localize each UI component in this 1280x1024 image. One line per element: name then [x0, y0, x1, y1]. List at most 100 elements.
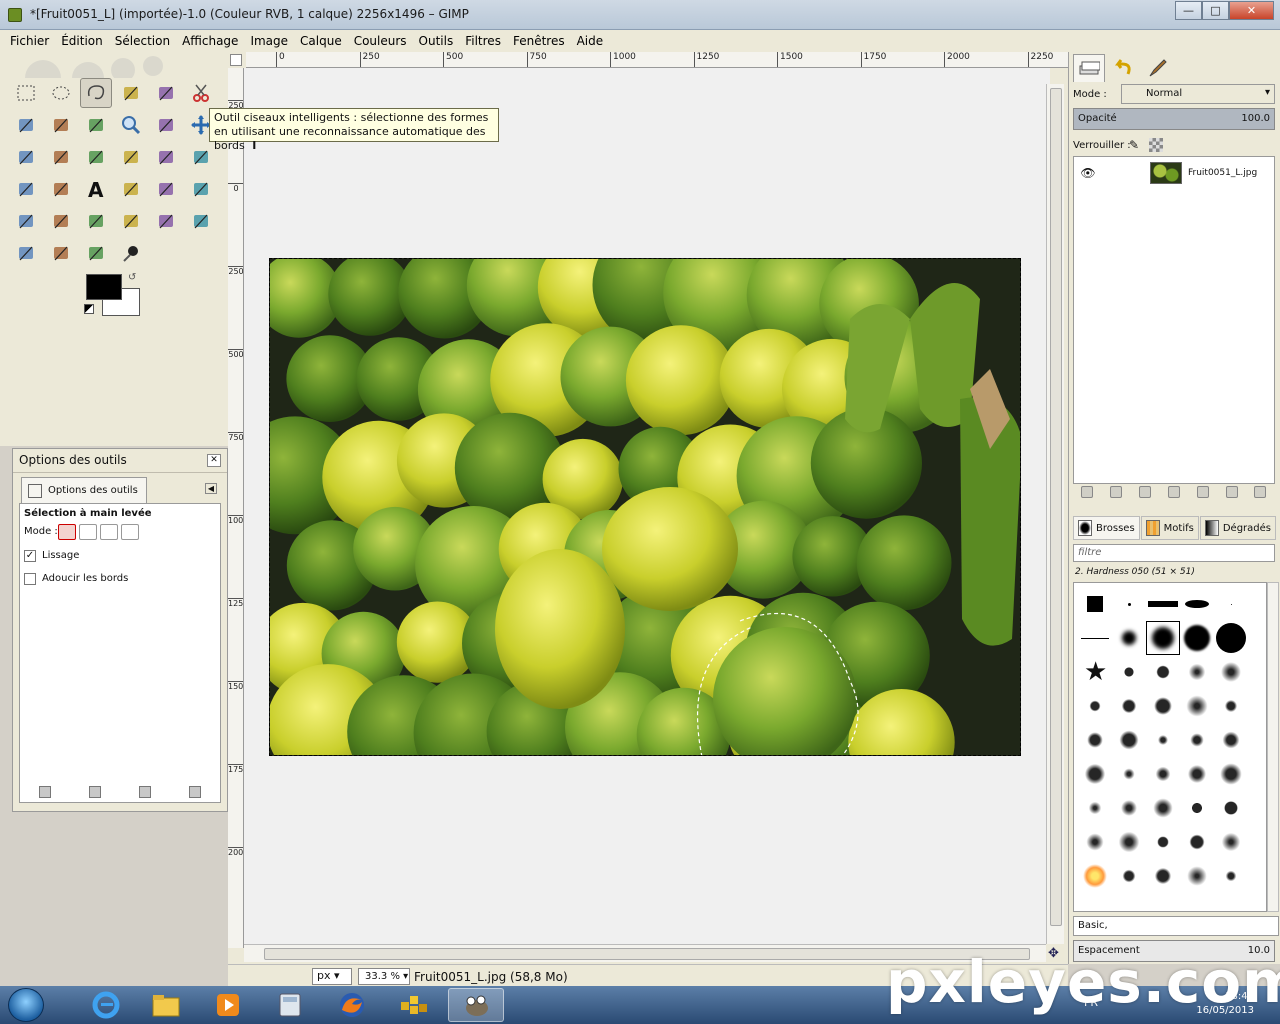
menu-filtres[interactable]: Filtres	[465, 34, 501, 48]
brush-item[interactable]: ★	[1078, 655, 1112, 689]
brush-item[interactable]	[1146, 859, 1180, 893]
brush-scrollbar[interactable]	[1267, 582, 1279, 912]
brush-filter-input[interactable]: filtre	[1073, 544, 1275, 562]
tool-clone-button[interactable]	[150, 206, 182, 236]
brush-item[interactable]	[1146, 587, 1180, 621]
layer-mode-select[interactable]: Normal ▾	[1121, 84, 1275, 104]
canvas-viewport[interactable]	[244, 68, 1050, 944]
brush-item[interactable]	[1180, 757, 1214, 791]
brush-item[interactable]	[1214, 621, 1248, 655]
tool-perspective-button[interactable]	[185, 142, 217, 172]
brush-item[interactable]	[1180, 621, 1214, 655]
menu-calque[interactable]: Calque	[300, 34, 342, 48]
tool-ink-button[interactable]	[115, 206, 147, 236]
brush-item[interactable]	[1112, 723, 1146, 757]
new-layer-icon[interactable]	[1081, 486, 1094, 498]
mode-replace-button[interactable]	[58, 524, 76, 540]
new-layer-group-icon[interactable]	[1110, 486, 1123, 498]
tool-bucket-fill-button[interactable]	[115, 174, 147, 204]
lock-pixels-icon[interactable]: ✎	[1129, 138, 1139, 152]
menu-outils[interactable]: Outils	[419, 34, 454, 48]
taskbar-gimp[interactable]	[448, 988, 504, 1022]
brush-item[interactable]	[1146, 825, 1180, 859]
tool-gradient-button[interactable]	[150, 174, 182, 204]
brush-item[interactable]	[1112, 825, 1146, 859]
close-button[interactable]: ✕	[1229, 1, 1274, 20]
tool-airbrush-button[interactable]	[80, 206, 112, 236]
tab-patterns[interactable]: Motifs	[1140, 516, 1199, 540]
brush-item[interactable]	[1180, 587, 1214, 621]
vertical-scrollbar[interactable]	[1046, 84, 1064, 944]
swap-colors-icon[interactable]: ↺	[128, 272, 136, 283]
antialias-checkbox[interactable]: ✓	[24, 550, 36, 562]
menu-selection[interactable]: Sélection	[115, 34, 170, 48]
menu-fenetres[interactable]: Fenêtres	[513, 34, 565, 48]
brush-item[interactable]	[1214, 757, 1248, 791]
feather-checkbox[interactable]	[24, 573, 36, 585]
brush-item[interactable]	[1180, 791, 1214, 825]
tool-paths-button[interactable]	[45, 110, 77, 140]
ruler-origin-icon[interactable]	[230, 54, 242, 66]
brush-item[interactable]	[1180, 689, 1214, 723]
menu-couleurs[interactable]: Couleurs	[354, 34, 407, 48]
taskbar-explorer[interactable]	[138, 988, 194, 1022]
gimp-app-icon[interactable]	[8, 8, 22, 22]
duplicate-layer-icon[interactable]	[1196, 486, 1209, 498]
brush-item[interactable]	[1214, 587, 1248, 621]
tool-rotate-button[interactable]	[80, 142, 112, 172]
menu-aide[interactable]: Aide	[577, 34, 604, 48]
tool-cage-button[interactable]	[45, 174, 77, 204]
tab-tool-options[interactable]: Options des outils	[21, 477, 147, 503]
brush-item[interactable]	[1214, 825, 1248, 859]
brush-item[interactable]	[1146, 723, 1180, 757]
default-colors-icon[interactable]	[84, 304, 94, 314]
tool-color-picker-button[interactable]	[80, 110, 112, 140]
brush-item[interactable]	[1112, 621, 1146, 655]
tool-eraser-button[interactable]	[45, 206, 77, 236]
tool-zoom-button[interactable]	[115, 110, 147, 140]
menu-edition[interactable]: Édition	[61, 34, 103, 48]
brush-item[interactable]	[1112, 655, 1146, 689]
tool-smudge-button[interactable]	[80, 238, 112, 268]
tool-scale-button[interactable]	[115, 142, 147, 172]
brush-item[interactable]	[1078, 587, 1112, 621]
anchor-layer-icon[interactable]	[1225, 486, 1238, 498]
tool-paintbrush-button[interactable]	[10, 206, 42, 236]
raise-layer-icon[interactable]	[1139, 486, 1152, 498]
save-options-icon[interactable]	[39, 786, 51, 798]
tool-free-select-button[interactable]	[80, 78, 112, 108]
tool-scissors-select-button[interactable]	[185, 78, 217, 108]
brush-item[interactable]	[1214, 859, 1248, 893]
taskbar-app[interactable]	[386, 988, 442, 1022]
tool-measure-button[interactable]	[150, 110, 182, 140]
lock-alpha-icon[interactable]	[1149, 138, 1163, 152]
foreground-color-swatch[interactable]	[86, 274, 122, 300]
tab-undo-history[interactable]	[1107, 54, 1139, 82]
delete-options-icon[interactable]	[139, 786, 151, 798]
brush-item[interactable]	[1078, 825, 1112, 859]
menu-affichage[interactable]: Affichage	[182, 34, 238, 48]
tool-perspective-clone-button[interactable]	[10, 238, 42, 268]
taskbar-ie[interactable]	[78, 988, 134, 1022]
tab-layers[interactable]	[1073, 54, 1105, 82]
tool-flip-button[interactable]	[10, 174, 42, 204]
mode-subtract-button[interactable]	[100, 524, 118, 540]
brush-item[interactable]	[1078, 757, 1112, 791]
vertical-ruler[interactable]: 250025050075010001250150017502000	[228, 68, 244, 948]
close-dock-icon[interactable]: ✕	[207, 454, 221, 467]
brush-item[interactable]	[1078, 723, 1112, 757]
menu-fichier[interactable]: Fichier	[10, 34, 49, 48]
tool-select-by-color-button[interactable]	[150, 78, 182, 108]
minimize-button[interactable]: —	[1175, 1, 1202, 20]
tool-foreground-select-button[interactable]	[10, 110, 42, 140]
image-canvas[interactable]	[269, 258, 1021, 756]
tab-menu-icon[interactable]: ◀	[205, 483, 217, 494]
brush-item[interactable]	[1078, 621, 1112, 655]
brush-item[interactable]	[1214, 723, 1248, 757]
brush-item[interactable]	[1112, 757, 1146, 791]
restore-options-icon[interactable]	[89, 786, 101, 798]
tool-shear-button[interactable]	[150, 142, 182, 172]
tab-brushes[interactable]: Brosses	[1073, 516, 1140, 540]
mode-intersect-button[interactable]	[121, 524, 139, 540]
tool-rect-select-button[interactable]	[10, 78, 42, 108]
